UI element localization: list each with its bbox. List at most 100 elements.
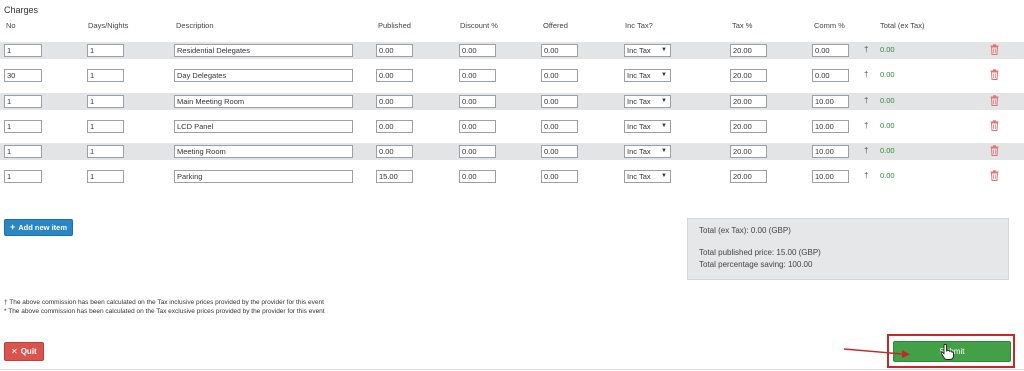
days-nights-input[interactable]: 1 bbox=[87, 95, 124, 108]
published-input[interactable]: 0.00 bbox=[376, 95, 413, 108]
chevron-down-icon: ▼ bbox=[661, 173, 667, 179]
table-row: 1 1 Residential Delegates 0.00 0.00 0.00 Inc T… bbox=[0, 42, 1024, 59]
trash-icon[interactable] bbox=[990, 120, 999, 131]
note-tax-exclusive: * The above commission has been calculat… bbox=[4, 308, 325, 315]
hand-pointer-icon bbox=[940, 344, 954, 360]
days-nights-input[interactable]: 1 bbox=[87, 120, 124, 133]
summary-panel: Total (ex Tax): 0.00 (GBP) Total publish… bbox=[687, 218, 1009, 280]
description-input[interactable]: Main Meeting Room bbox=[174, 95, 353, 108]
inc-tax-select[interactable]: Inc Tax ▼ bbox=[624, 120, 671, 133]
description-input[interactable]: Day Delegates bbox=[174, 69, 353, 82]
inc-tax-value: Inc Tax bbox=[627, 122, 651, 131]
chevron-down-icon: ▼ bbox=[661, 47, 667, 53]
inc-tax-select[interactable]: Inc Tax ▼ bbox=[624, 145, 671, 158]
row-total: 0.00 bbox=[880, 96, 895, 105]
offered-input[interactable]: 0.00 bbox=[541, 69, 578, 82]
plus-icon: + bbox=[10, 222, 16, 232]
published-input[interactable]: 0.00 bbox=[376, 44, 413, 57]
published-input[interactable]: 0.00 bbox=[376, 145, 413, 158]
header-offered: Offered bbox=[543, 21, 568, 30]
comm-input[interactable]: 10.00 bbox=[812, 170, 849, 183]
description-input[interactable]: Parking bbox=[174, 170, 353, 183]
days-nights-input[interactable]: 1 bbox=[87, 69, 124, 82]
table-row: 1 1 Parking 15.00 0.00 0.00 Inc Tax ▼ 20.00 10.00… bbox=[0, 168, 1024, 185]
trash-icon[interactable] bbox=[990, 44, 999, 55]
comm-input[interactable]: 10.00 bbox=[812, 95, 849, 108]
no-input[interactable]: 1 bbox=[4, 95, 42, 108]
days-nights-input[interactable]: 1 bbox=[87, 170, 124, 183]
discount-input[interactable]: 0.00 bbox=[459, 95, 496, 108]
comm-input[interactable]: 0.00 bbox=[812, 69, 849, 82]
commission-dagger: † bbox=[864, 70, 869, 79]
close-icon: ✕ bbox=[11, 347, 18, 356]
discount-input[interactable]: 0.00 bbox=[459, 44, 496, 57]
no-input[interactable]: 1 bbox=[4, 145, 42, 158]
comm-input[interactable]: 10.00 bbox=[812, 120, 849, 133]
no-input[interactable]: 1 bbox=[4, 44, 42, 57]
trash-icon[interactable] bbox=[990, 95, 999, 106]
quit-label: Quit bbox=[20, 347, 37, 356]
no-input[interactable]: 1 bbox=[4, 120, 42, 133]
description-input[interactable]: Meeting Room bbox=[174, 145, 353, 158]
header-no: No bbox=[6, 21, 16, 30]
tax-input[interactable]: 20.00 bbox=[730, 145, 767, 158]
commission-dagger: † bbox=[864, 96, 869, 105]
trash-icon[interactable] bbox=[990, 69, 999, 80]
days-nights-input[interactable]: 1 bbox=[87, 145, 124, 158]
discount-input[interactable]: 0.00 bbox=[459, 69, 496, 82]
summary-total-ex-tax: Total (ex Tax): 0.00 (GBP) bbox=[699, 226, 791, 235]
offered-input[interactable]: 0.00 bbox=[541, 44, 578, 57]
header-description: Description bbox=[176, 21, 214, 30]
days-nights-input[interactable]: 1 bbox=[87, 44, 124, 57]
inc-tax-select[interactable]: Inc Tax ▼ bbox=[624, 69, 671, 82]
tax-input[interactable]: 20.00 bbox=[730, 44, 767, 57]
header-discount: Discount % bbox=[460, 21, 498, 30]
published-input[interactable]: 0.00 bbox=[376, 69, 413, 82]
header-tax: Tax % bbox=[732, 21, 753, 30]
no-input[interactable]: 1 bbox=[4, 170, 42, 183]
header-total: Total (ex Tax) bbox=[880, 21, 925, 30]
trash-icon[interactable] bbox=[990, 145, 999, 156]
offered-input[interactable]: 0.00 bbox=[541, 120, 578, 133]
published-input[interactable]: 0.00 bbox=[376, 120, 413, 133]
commission-dagger: † bbox=[864, 121, 869, 130]
add-new-item-button[interactable]: + Add new item bbox=[4, 219, 73, 236]
note-tax-inclusive: † The above commission has been calculat… bbox=[4, 299, 324, 306]
tax-input[interactable]: 20.00 bbox=[730, 120, 767, 133]
inc-tax-select[interactable]: Inc Tax ▼ bbox=[624, 44, 671, 57]
description-input[interactable]: LCD Panel bbox=[174, 120, 353, 133]
table-row: 1 1 Main Meeting Room 0.00 0.00 0.00 Inc Tax ▼ 2… bbox=[0, 93, 1024, 110]
discount-input[interactable]: 0.00 bbox=[459, 170, 496, 183]
offered-input[interactable]: 0.00 bbox=[541, 95, 578, 108]
header-days-nights: Days/Nights bbox=[88, 21, 129, 30]
no-input[interactable]: 30 bbox=[4, 69, 42, 82]
offered-input[interactable]: 0.00 bbox=[541, 170, 578, 183]
bottom-divider bbox=[0, 369, 1024, 370]
comm-input[interactable]: 0.00 bbox=[812, 44, 849, 57]
row-total: 0.00 bbox=[880, 45, 895, 54]
row-total: 0.00 bbox=[880, 171, 895, 180]
row-total: 0.00 bbox=[880, 146, 895, 155]
tax-input[interactable]: 20.00 bbox=[730, 69, 767, 82]
tax-input[interactable]: 20.00 bbox=[730, 170, 767, 183]
commission-dagger: † bbox=[864, 171, 869, 180]
inc-tax-select[interactable]: Inc Tax ▼ bbox=[624, 95, 671, 108]
commission-dagger: † bbox=[864, 146, 869, 155]
offered-input[interactable]: 0.00 bbox=[541, 145, 578, 158]
discount-input[interactable]: 0.00 bbox=[459, 120, 496, 133]
inc-tax-select[interactable]: Inc Tax ▼ bbox=[624, 170, 671, 183]
comm-input[interactable]: 10.00 bbox=[812, 145, 849, 158]
inc-tax-value: Inc Tax bbox=[627, 46, 651, 55]
header-inc-tax: Inc Tax? bbox=[625, 21, 653, 30]
chevron-down-icon: ▼ bbox=[661, 148, 667, 154]
published-input[interactable]: 15.00 bbox=[376, 170, 413, 183]
header-published: Published bbox=[378, 21, 411, 30]
discount-input[interactable]: 0.00 bbox=[459, 145, 496, 158]
trash-icon[interactable] bbox=[990, 170, 999, 181]
table-row: 1 1 LCD Panel 0.00 0.00 0.00 Inc Tax ▼ 20.00 10.0… bbox=[0, 118, 1024, 135]
description-input[interactable]: Residential Delegates bbox=[174, 44, 353, 57]
add-new-item-label: Add new item bbox=[18, 223, 68, 232]
quit-button[interactable]: ✕ Quit bbox=[4, 342, 44, 361]
chevron-down-icon: ▼ bbox=[661, 98, 667, 104]
tax-input[interactable]: 20.00 bbox=[730, 95, 767, 108]
